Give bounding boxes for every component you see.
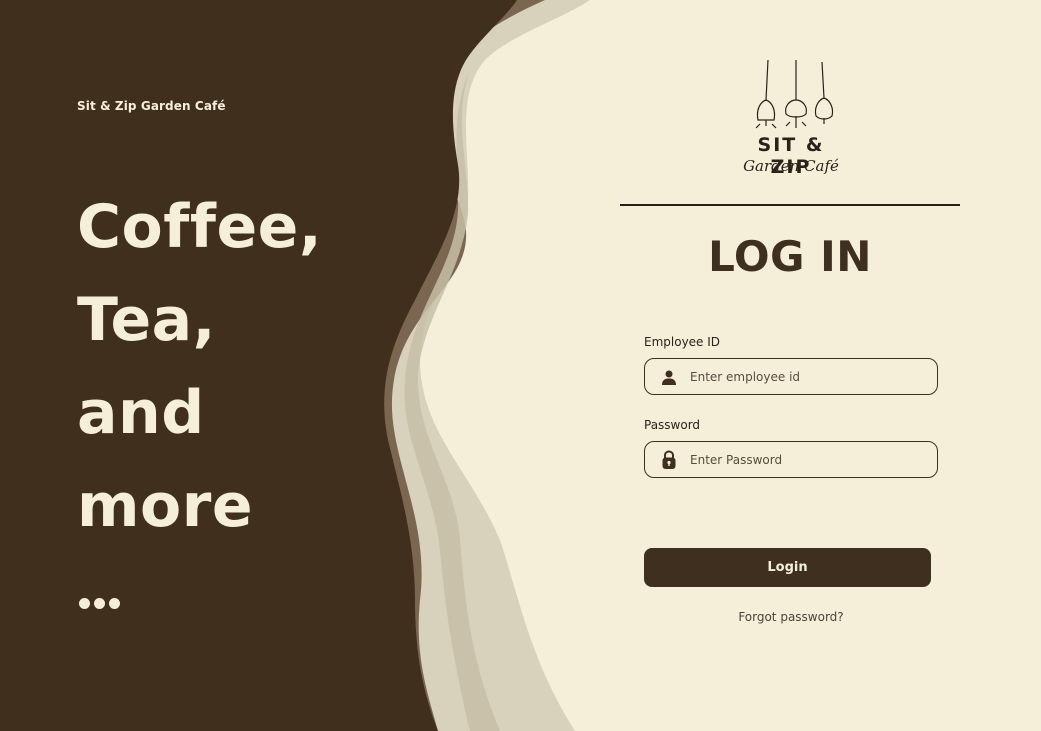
lock-icon: [660, 449, 678, 469]
employee-id-label: Employee ID: [644, 335, 721, 349]
tagline-line: Tea,: [77, 285, 216, 355]
forgot-password-link[interactable]: Forgot password?: [644, 610, 938, 624]
password-input[interactable]: [688, 451, 937, 468]
login-heading: LOG IN: [708, 232, 872, 281]
tagline: Coffee, Tea, and more: [77, 181, 397, 553]
logo-script: Garden Café: [743, 157, 839, 175]
dot: [109, 598, 120, 609]
dot: [79, 598, 90, 609]
tagline-line: Coffee,: [77, 192, 323, 262]
login-button[interactable]: Login: [644, 548, 931, 587]
user-icon: [660, 368, 678, 386]
ellipsis-dots: [79, 598, 120, 609]
divider: [620, 204, 960, 206]
employee-id-input[interactable]: [688, 368, 937, 385]
employee-id-field[interactable]: [644, 358, 938, 395]
cafe-logo: SIT & ZIP Garden Café: [734, 58, 854, 186]
brand-name: Sit & Zip Garden Café: [77, 99, 226, 113]
dot: [94, 598, 105, 609]
tagline-line: more: [77, 471, 254, 541]
tagline-line: and: [77, 378, 205, 448]
password-label: Password: [644, 418, 701, 432]
password-field[interactable]: [644, 441, 938, 478]
hanging-lamps-icon: [755, 59, 834, 129]
